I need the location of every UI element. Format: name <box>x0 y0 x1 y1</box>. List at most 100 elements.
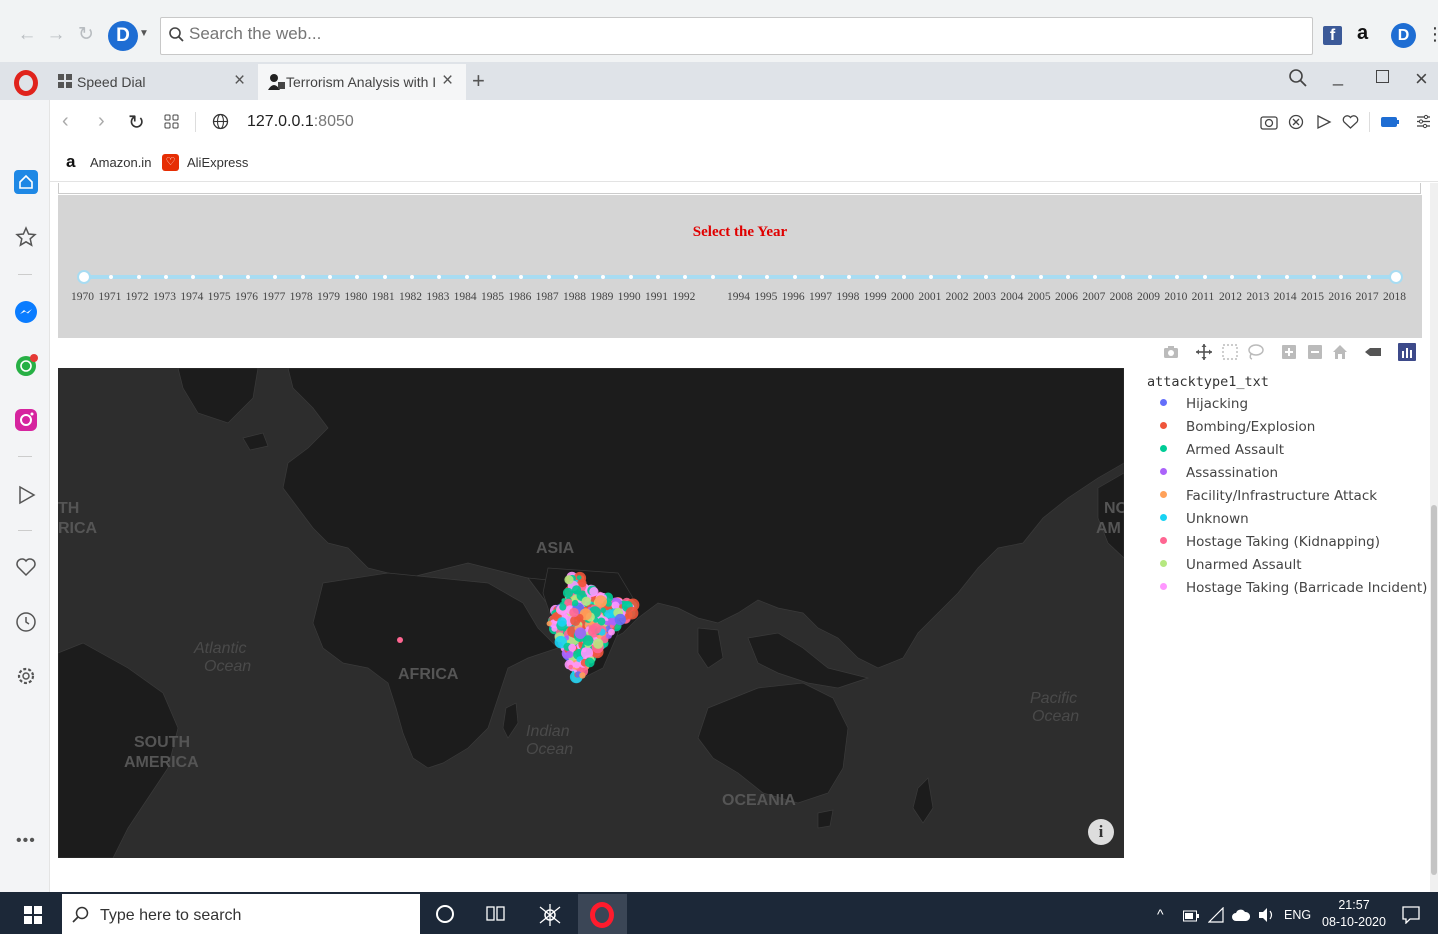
year-label[interactable]: 1975 <box>208 291 231 303</box>
year-tick[interactable] <box>574 275 578 279</box>
speed-dial-grid-icon[interactable] <box>164 114 179 129</box>
year-tick[interactable] <box>1203 275 1207 279</box>
year-label[interactable]: 2002 <box>946 291 969 303</box>
download-png-camera-icon[interactable] <box>1162 343 1180 361</box>
year-label[interactable]: 1991 <box>645 291 668 303</box>
legend-item[interactable]: Armed Assault <box>1160 442 1284 458</box>
legend-item[interactable]: Facility/Infrastructure Attack <box>1160 488 1377 504</box>
year-tick[interactable] <box>301 275 305 279</box>
attack-point[interactable] <box>578 579 586 587</box>
attack-point[interactable] <box>600 608 606 614</box>
star-icon[interactable] <box>14 225 38 249</box>
attack-point[interactable] <box>615 614 626 625</box>
year-label[interactable]: 1989 <box>590 291 613 303</box>
year-tick[interactable] <box>1312 275 1316 279</box>
ad-blocker-icon[interactable] <box>1288 114 1304 130</box>
volume-speaker-icon[interactable] <box>1258 907 1276 923</box>
year-label[interactable]: 1978 <box>290 291 313 303</box>
legend-item[interactable]: Bombing/Explosion <box>1160 419 1315 435</box>
amazon-icon[interactable]: a <box>1357 22 1368 45</box>
year-tick[interactable] <box>738 275 742 279</box>
windows-start-icon[interactable] <box>24 906 42 924</box>
attack-point[interactable] <box>559 604 566 611</box>
year-tick[interactable] <box>492 275 496 279</box>
more-options-icon[interactable]: ⋮ <box>1426 24 1438 45</box>
lasso-select-icon[interactable] <box>1246 343 1264 361</box>
year-tick[interactable] <box>1066 275 1070 279</box>
year-tick[interactable] <box>410 275 414 279</box>
attack-point[interactable] <box>589 587 598 596</box>
year-label[interactable]: 2010 <box>1164 291 1187 303</box>
attack-point[interactable] <box>590 623 601 634</box>
zoom-out-icon[interactable] <box>1306 343 1324 361</box>
attack-point[interactable] <box>547 621 552 626</box>
year-label[interactable]: 1986 <box>508 291 531 303</box>
year-label[interactable]: 2015 <box>1301 291 1324 303</box>
year-label[interactable]: 1985 <box>481 291 504 303</box>
year-label[interactable]: 1997 <box>809 291 832 303</box>
year-label[interactable]: 1980 <box>344 291 367 303</box>
year-tick[interactable] <box>219 275 223 279</box>
year-label[interactable]: 2014 <box>1274 291 1297 303</box>
chevron-down-icon[interactable]: ▼ <box>139 28 149 39</box>
plotly-logo-icon[interactable] <box>1398 343 1416 361</box>
year-tick[interactable] <box>656 275 660 279</box>
year-label[interactable]: 1996 <box>782 291 805 303</box>
legend-item[interactable]: Hostage Taking (Kidnapping) <box>1160 534 1380 550</box>
year-label[interactable]: 1976 <box>235 291 258 303</box>
attack-point[interactable] <box>608 629 615 636</box>
instagram-icon[interactable] <box>14 408 38 432</box>
cortana-icon[interactable] <box>436 905 454 923</box>
duckduckgo-extension-icon[interactable]: D <box>1391 23 1416 48</box>
attack-point[interactable] <box>564 575 573 584</box>
url-field[interactable]: 127.0.0.1:8050 <box>247 113 354 131</box>
send-flow-icon[interactable] <box>1316 114 1332 130</box>
legend-item[interactable]: Unarmed Assault <box>1160 557 1302 573</box>
heart-icon[interactable] <box>14 555 38 579</box>
show-hidden-icons-chevron-up-icon[interactable]: ^ <box>1157 906 1164 922</box>
scrollbar-thumb[interactable] <box>1431 505 1437 875</box>
attack-point[interactable] <box>568 665 573 670</box>
year-tick[interactable] <box>957 275 961 279</box>
web-search-input[interactable] <box>189 24 1289 44</box>
attack-point[interactable] <box>582 597 591 606</box>
attack-point[interactable] <box>557 617 567 627</box>
close-window-icon[interactable]: × <box>1415 66 1428 92</box>
year-label[interactable]: 2009 <box>1137 291 1160 303</box>
year-label[interactable]: 1970 <box>71 291 94 303</box>
task-view-icon[interactable] <box>486 905 506 923</box>
year-label[interactable]: 1984 <box>454 291 477 303</box>
year-label[interactable]: 1998 <box>836 291 859 303</box>
year-tick[interactable] <box>1039 275 1043 279</box>
snapshot-camera-icon[interactable] <box>1260 114 1278 130</box>
year-tick[interactable] <box>328 275 332 279</box>
year-range-start-handle[interactable] <box>77 270 91 284</box>
taskbar-clock[interactable]: 21:57 08-10-2020 <box>1322 897 1386 931</box>
restore-window-icon[interactable] <box>1376 70 1389 83</box>
year-tick[interactable] <box>984 275 988 279</box>
year-label[interactable]: 2011 <box>1192 291 1215 303</box>
legend-item[interactable]: Hostage Taking (Barricade Incident) <box>1160 580 1427 596</box>
tab-terrorism-analysis[interactable]: Terrorism Analysis with Insi × <box>258 64 466 100</box>
messenger-icon[interactable] <box>14 300 38 324</box>
year-tick[interactable] <box>1285 275 1289 279</box>
year-label[interactable]: 1983 <box>426 291 449 303</box>
attack-point[interactable] <box>563 588 573 598</box>
settings-gear-icon[interactable] <box>14 664 38 688</box>
attack-point[interactable] <box>585 658 595 668</box>
network-wifi-icon[interactable] <box>1208 907 1224 923</box>
legend-item[interactable]: Hijacking <box>1160 396 1248 412</box>
year-tick[interactable] <box>164 275 168 279</box>
attack-point[interactable] <box>551 626 557 632</box>
year-tick[interactable] <box>465 275 469 279</box>
attack-point[interactable] <box>579 672 585 678</box>
year-tick[interactable] <box>1230 275 1234 279</box>
attack-point[interactable] <box>569 608 579 618</box>
year-label[interactable]: 2016 <box>1328 291 1351 303</box>
year-label[interactable]: 1990 <box>618 291 641 303</box>
year-label[interactable]: 1994 <box>727 291 750 303</box>
forward-icon[interactable]: › <box>98 110 105 133</box>
attack-point[interactable] <box>626 607 639 620</box>
legend-item[interactable]: Unknown <box>1160 511 1249 527</box>
close-icon[interactable]: × <box>442 70 453 92</box>
